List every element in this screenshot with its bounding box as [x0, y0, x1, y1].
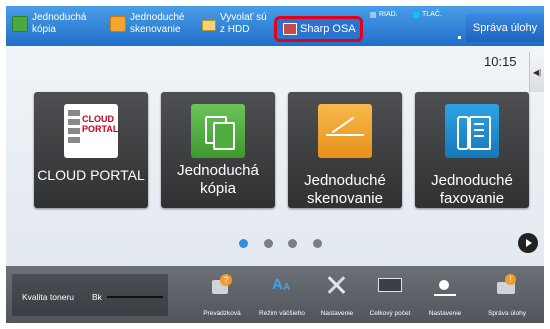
status-square-icon — [370, 11, 376, 18]
page-dot-1[interactable] — [239, 239, 248, 248]
tile-label: Jednoduché skenovanie — [304, 172, 386, 207]
shortcut-easy-copy[interactable]: Jednoduchá kópia — [12, 12, 87, 36]
job-status-bottom-button[interactable]: ! Správa úlohy — [481, 270, 533, 322]
next-page-button[interactable] — [518, 233, 538, 253]
large-display-mode-button[interactable]: A A Režim väčšieho zobrazenia — [256, 270, 308, 322]
osa-app-icon — [283, 23, 297, 35]
job-status-label: Správa úlohy — [472, 22, 538, 34]
tile-easy-copy[interactable]: Jednoduchá kópia — [161, 92, 275, 208]
total-count-button[interactable]: Celkový počet — [364, 270, 416, 322]
status-indicator-riad: RIAD. — [370, 11, 398, 18]
shortcut-label: Jednoduché skenovanie — [130, 12, 185, 35]
copy-icon — [191, 104, 245, 158]
scan-icon — [110, 16, 126, 32]
portal-text: PORTAL — [82, 124, 119, 134]
cloud-text: CLOUD — [82, 114, 114, 124]
main-screen: Jednoduchá kópia Jednoduché skenovanie V… — [6, 6, 544, 323]
bottom-item-label: Nastavenie jasu — [428, 310, 462, 317]
job-status-icon: ! — [497, 274, 517, 294]
tile-cloud-portal[interactable]: CLOUD PORTAL CLOUD PORTAL — [34, 92, 148, 208]
shortcut-easy-scan[interactable]: Jednoduché skenovanie — [110, 12, 185, 36]
manual-icon: ? — [212, 274, 232, 294]
toner-label: Kvalita toneru — [22, 292, 74, 302]
folder-icon — [202, 20, 216, 31]
bottom-item-label: Prevádzková príručka — [203, 310, 241, 317]
status-dot-icon — [458, 36, 461, 39]
large-text-icon: A A — [272, 276, 291, 293]
tile-label: Jednoduché faxovanie — [431, 172, 513, 207]
top-bar: Jednoduchá kópia Jednoduché skenovanie V… — [6, 6, 544, 46]
tile-easy-scan[interactable]: Jednoduché skenovanie — [288, 92, 402, 208]
tile-easy-fax[interactable]: Jednoduché faxovanie — [415, 92, 529, 208]
status-indicator-tlac: TLAČ. — [413, 11, 442, 18]
page-dot-2[interactable] — [264, 239, 273, 248]
shortcut-hdd-retrieve[interactable]: Vyvolať sú z HDD — [202, 12, 267, 36]
status-tlac-label: TLAČ. — [422, 11, 442, 18]
bottom-item-label: Správa úlohy — [488, 310, 526, 317]
settings-icon — [327, 274, 347, 294]
page-dot-3[interactable] — [288, 239, 297, 248]
toner-level-bar — [107, 296, 163, 298]
sharp-osa-label: Sharp OSA — [300, 23, 356, 35]
side-panel-toggle[interactable]: ◀| — [529, 52, 544, 92]
toner-status: Kvalita toneru Bk — [12, 274, 168, 316]
scan-icon — [318, 104, 372, 158]
bottom-bar: Kvalita toneru Bk ? Prevádzková príručka… — [6, 266, 544, 323]
tile-label: CLOUD PORTAL — [37, 167, 145, 183]
status-riad-label: RIAD. — [379, 11, 398, 18]
tile-label: Jednoduchá kópia — [177, 162, 259, 197]
clock: 10:15 — [484, 54, 517, 69]
fax-icon — [445, 104, 499, 158]
shortcut-label: Jednoduchá kópia — [32, 12, 87, 35]
copy-icon — [12, 16, 28, 32]
counter-icon — [378, 274, 402, 294]
sharp-osa-button[interactable]: Sharp OSA — [274, 16, 363, 42]
brightness-button[interactable]: Nastavenie jasu — [419, 270, 471, 322]
operation-guide-button[interactable]: ? Prevádzková príručka — [196, 270, 248, 322]
cloud-portal-icon: CLOUD PORTAL — [64, 104, 118, 158]
brightness-icon — [434, 274, 456, 296]
status-square-icon — [413, 11, 419, 18]
settings-button[interactable]: Nastavenie — [311, 270, 363, 322]
page-dot-4[interactable] — [313, 239, 322, 248]
toner-color-label: Bk — [92, 292, 102, 302]
shortcut-label: Vyvolať sú z HDD — [220, 12, 267, 35]
job-status-button[interactable]: Správa úlohy — [466, 14, 544, 42]
chevron-left-icon: ◀| — [532, 67, 542, 77]
